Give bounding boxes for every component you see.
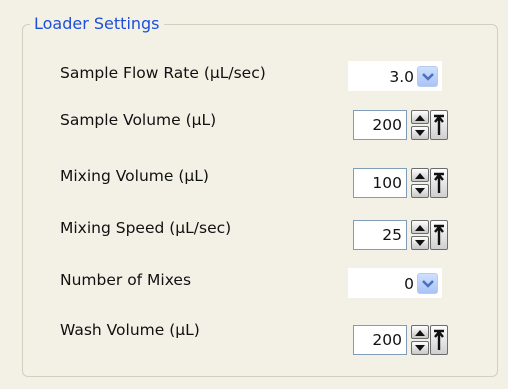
mixing-volume-value: 100: [372, 174, 402, 192]
mixing-speed-down-button[interactable]: [411, 236, 429, 250]
settings-panel: Loader Settings Sample Flow Rate (µL/sec…: [0, 0, 508, 389]
mixing-volume-field[interactable]: 100: [353, 168, 407, 198]
sample-volume-down-button[interactable]: [411, 126, 429, 140]
sample-volume-label: Sample Volume (µL): [60, 111, 217, 129]
sample-flow-rate-combo[interactable]: 3.0: [348, 61, 442, 91]
triangle-up-icon: [415, 173, 425, 179]
group-title: Loader Settings: [30, 14, 164, 34]
wash-volume-value: 200: [372, 331, 402, 349]
sample-volume-value: 200: [372, 116, 402, 134]
mixing-speed-max-button[interactable]: [430, 220, 448, 250]
mixing-volume-max-button[interactable]: [430, 168, 448, 198]
mixing-speed-label: Mixing Speed (µL/sec): [60, 219, 232, 237]
mixing-speed-value: 25: [382, 226, 402, 244]
triangle-down-icon: [415, 130, 425, 136]
sample-flow-rate-dropdown-button[interactable]: [417, 66, 438, 87]
wash-volume-label: Wash Volume (µL): [60, 321, 200, 339]
sample-flow-rate-label: Sample Flow Rate (µL/sec): [60, 64, 266, 82]
triangle-up-icon: [415, 330, 425, 336]
wash-volume-down-button[interactable]: [411, 341, 429, 355]
wash-volume-max-button[interactable]: [430, 325, 448, 355]
sample-volume-max-button[interactable]: [430, 110, 448, 140]
sample-flow-rate-value: 3.0: [389, 68, 414, 86]
arrow-to-top-icon: [434, 329, 444, 350]
arrow-to-top-icon: [434, 172, 444, 193]
triangle-down-icon: [415, 188, 425, 194]
mixing-volume-spinner[interactable]: [411, 168, 429, 198]
mixing-volume-up-button[interactable]: [411, 168, 429, 182]
number-of-mixes-combo[interactable]: 0: [348, 268, 442, 298]
triangle-up-icon: [415, 115, 425, 121]
mixing-volume-down-button[interactable]: [411, 184, 429, 198]
wash-volume-up-button[interactable]: [411, 325, 429, 339]
number-of-mixes-label: Number of Mixes: [60, 271, 192, 289]
number-of-mixes-value: 0: [404, 275, 414, 293]
arrow-to-top-icon: [434, 224, 444, 245]
sample-volume-field[interactable]: 200: [353, 110, 407, 140]
chevron-down-icon: [422, 73, 434, 81]
sample-volume-spinner[interactable]: [411, 110, 429, 140]
arrow-to-top-icon: [434, 114, 444, 135]
mixing-speed-up-button[interactable]: [411, 220, 429, 234]
mixing-speed-spinner[interactable]: [411, 220, 429, 250]
triangle-down-icon: [415, 240, 425, 246]
mixing-volume-label: Mixing Volume (µL): [60, 167, 209, 185]
wash-volume-spinner[interactable]: [411, 325, 429, 355]
mixing-speed-field[interactable]: 25: [353, 220, 407, 250]
sample-volume-up-button[interactable]: [411, 110, 429, 124]
triangle-up-icon: [415, 225, 425, 231]
chevron-down-icon: [422, 280, 434, 288]
number-of-mixes-dropdown-button[interactable]: [417, 273, 438, 294]
triangle-down-icon: [415, 345, 425, 351]
wash-volume-field[interactable]: 200: [353, 325, 407, 355]
